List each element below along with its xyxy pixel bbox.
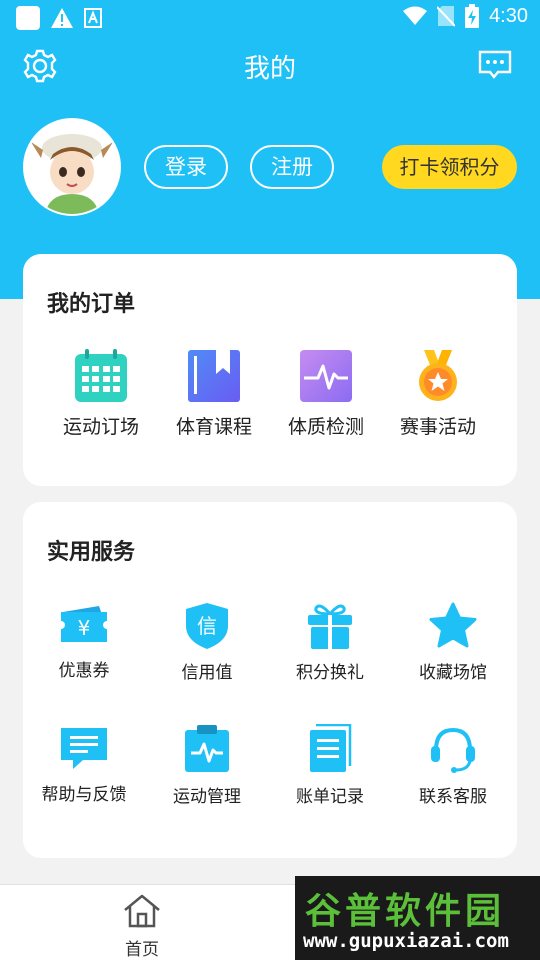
coupon-icon: ¥ <box>61 606 107 642</box>
avatar[interactable] <box>23 118 121 216</box>
order-item-label: 运动订场 <box>62 416 139 438</box>
calendar-icon <box>75 349 127 402</box>
feedback-icon <box>61 728 107 769</box>
order-item-label: 体质检测 <box>287 416 364 438</box>
home-icon <box>124 894 160 928</box>
service-item-customer-service[interactable]: 联系客服 <box>397 724 509 807</box>
service-item-bill-records[interactable]: 账单记录 <box>274 723 386 807</box>
watermark-title: 谷普软件园 <box>305 891 506 932</box>
battery-charging-icon <box>465 4 480 28</box>
medal-icon <box>419 350 457 401</box>
credit-shield-icon: 信 <box>186 603 228 649</box>
wifi-icon <box>403 6 428 25</box>
service-item-credit[interactable]: 信 信用值 <box>151 602 263 683</box>
service-item-label: 积分换礼 <box>296 663 364 683</box>
order-item-venue-booking[interactable]: 运动订场 <box>45 348 157 439</box>
order-item-sports-course[interactable]: 体育课程 <box>158 348 270 439</box>
my-orders-card: 我的订单 运动订场 体育课程 体质检测 赛事活动 <box>23 254 517 486</box>
practical-services-title: 实用服务 <box>47 540 136 565</box>
svg-text:信: 信 <box>197 614 217 638</box>
register-button[interactable]: 注册 <box>250 145 334 189</box>
checkin-points-button[interactable]: 打卡领积分 <box>382 145 517 189</box>
svg-text:¥: ¥ <box>78 616 91 640</box>
message-icon[interactable] <box>478 50 512 80</box>
service-item-coupon[interactable]: ¥ 优惠券 <box>28 602 140 681</box>
my-orders-title: 我的订单 <box>47 292 136 317</box>
warning-icon <box>51 8 73 28</box>
service-item-label: 优惠券 <box>58 661 110 681</box>
service-item-label: 联系客服 <box>419 787 487 807</box>
gift-icon <box>308 604 352 649</box>
no-sim-icon <box>437 6 456 27</box>
nav-tab-home[interactable]: 首页 <box>100 893 184 960</box>
service-item-label: 运动管理 <box>173 787 241 807</box>
service-item-points-gift[interactable]: 积分换礼 <box>274 602 386 683</box>
bill-icon <box>310 723 352 772</box>
service-item-help-feedback[interactable]: 帮助与反馈 <box>28 724 140 805</box>
service-item-label: 账单记录 <box>296 787 364 807</box>
app-notification-icon <box>16 6 40 30</box>
order-item-label: 赛事活动 <box>399 416 476 438</box>
book-icon <box>188 350 240 402</box>
service-item-favorite-venues[interactable]: 收藏场馆 <box>397 602 509 683</box>
headset-icon <box>431 727 475 773</box>
status-right: 4:30 <box>403 4 528 28</box>
status-left <box>16 6 102 30</box>
service-item-label: 帮助与反馈 <box>41 785 127 805</box>
clock: 4:30 <box>489 4 528 27</box>
avatar-cartoon-image <box>25 120 119 214</box>
order-item-fitness-test[interactable]: 体质检测 <box>270 348 382 439</box>
login-button[interactable]: 登录 <box>144 145 228 189</box>
service-item-label: 收藏场馆 <box>419 663 487 683</box>
font-notification-icon <box>84 8 102 28</box>
service-item-label: 信用值 <box>181 663 233 683</box>
star-icon <box>429 602 477 648</box>
service-item-sport-management[interactable]: 运动管理 <box>151 724 263 807</box>
practical-services-card: 实用服务 ¥ 优惠券 信 信用值 积分换礼 收藏场馆 帮助与反馈 运动管理 账单… <box>23 502 517 858</box>
order-item-label: 体育课程 <box>175 416 252 438</box>
heartbeat-monitor-icon <box>300 350 352 402</box>
clipboard-pulse-icon <box>185 725 229 772</box>
page-title: 我的 <box>243 54 296 84</box>
order-item-events[interactable]: 赛事活动 <box>382 348 494 439</box>
status-bar: 4:30 <box>0 0 540 36</box>
watermark-url: www.gupuxiazai.com <box>303 930 509 952</box>
watermark: 谷普软件园 www.gupuxiazai.com <box>295 876 540 960</box>
nav-home-label: 首页 <box>125 940 159 960</box>
